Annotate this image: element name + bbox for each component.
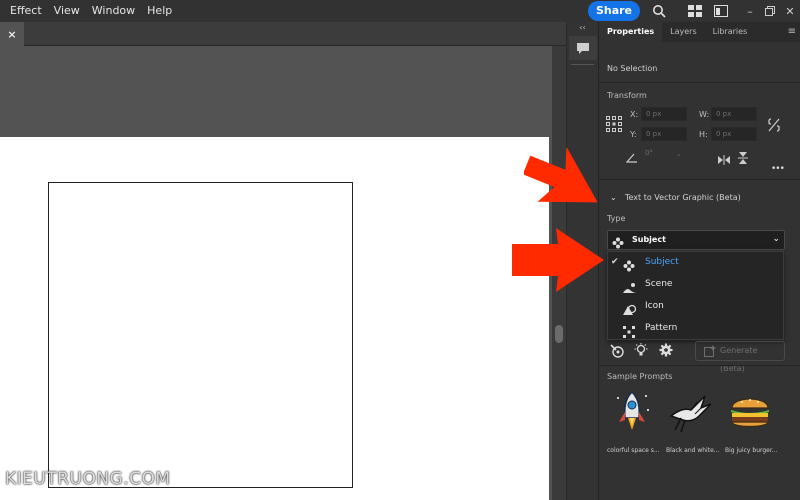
comments-icon[interactable] xyxy=(569,36,597,60)
style-picker-icon[interactable] xyxy=(610,343,624,362)
main-menu: Effect View Window Help xyxy=(0,0,178,22)
annotation-arrow-bottom xyxy=(512,228,604,292)
rectangle-shape[interactable] xyxy=(48,182,353,488)
tab-properties[interactable]: Properties xyxy=(599,22,663,42)
text-to-vector-title: Text to Vector Graphic (Beta) xyxy=(625,193,741,202)
dropdown-option-subject[interactable]: ✔ Subject xyxy=(608,252,785,274)
h-label: H: xyxy=(699,130,708,139)
panel-menu-icon[interactable]: ≡ xyxy=(788,26,796,37)
reference-point-icon[interactable] xyxy=(606,116,622,136)
dropdown-option-icon[interactable]: Icon xyxy=(608,296,785,318)
panel-divider xyxy=(598,179,800,180)
constrain-proportions-icon[interactable] xyxy=(768,117,780,136)
x-label: X: xyxy=(630,110,639,119)
flip-vertical-icon[interactable] xyxy=(738,149,748,168)
checkmark-icon: ✔ xyxy=(611,257,619,267)
menu-view[interactable]: View xyxy=(48,0,86,22)
generate-icon xyxy=(704,345,716,364)
type-select[interactable]: Subject ⌄ xyxy=(607,230,785,250)
minimize-icon[interactable]: – xyxy=(740,3,760,19)
search-icon[interactable] xyxy=(648,0,670,22)
option-label: Scene xyxy=(645,279,673,289)
panel-tabs: Properties Layers Libraries ≡ xyxy=(599,22,800,42)
rotate-angle-icon xyxy=(625,148,638,167)
option-label: Pattern xyxy=(645,323,678,333)
menu-help[interactable]: Help xyxy=(141,0,178,22)
strip-divider xyxy=(571,64,594,65)
w-field[interactable]: 0 px xyxy=(711,107,757,121)
sample-burger-image[interactable] xyxy=(726,388,774,436)
sample-prompt-label: Big juicy burger... xyxy=(725,447,778,454)
panel-divider xyxy=(598,365,800,366)
menubar-right: Share – ✕ xyxy=(587,0,800,22)
panel-divider xyxy=(598,82,800,83)
chevron-down-icon: ⌄ xyxy=(772,234,780,244)
sample-prompts-title: Sample Prompts xyxy=(607,372,673,381)
share-button[interactable]: Share xyxy=(587,1,640,21)
transform-title: Transform xyxy=(607,91,647,100)
sample-prompt-label: colorful space s... xyxy=(607,447,660,454)
section-collapse-chevron-icon[interactable]: ⌄ xyxy=(610,193,617,202)
option-label: Icon xyxy=(645,301,664,311)
type-select-value: Subject xyxy=(632,235,666,244)
watermark: KIEUTRUONG.COM xyxy=(5,469,171,489)
dropdown-option-pattern[interactable]: Pattern xyxy=(608,318,785,340)
selection-status: No Selection xyxy=(607,64,658,73)
artboard[interactable] xyxy=(0,137,549,500)
flip-horizontal-icon[interactable] xyxy=(718,150,730,169)
w-label: W: xyxy=(699,110,710,119)
pattern-icon xyxy=(623,323,635,342)
effects-lightbulb-icon[interactable] xyxy=(634,342,648,361)
y-label: Y: xyxy=(630,130,637,139)
scrollbar-thumb[interactable] xyxy=(555,325,563,343)
rotate-dropdown-icon[interactable]: ⌄ xyxy=(676,150,682,158)
menu-effect[interactable]: Effect xyxy=(0,0,48,22)
restore-icon[interactable] xyxy=(760,3,780,19)
close-icon[interactable]: ✕ xyxy=(780,3,800,19)
arrange-documents-icon[interactable] xyxy=(684,0,706,22)
annotation-arrow-top xyxy=(524,148,598,203)
tab-libraries[interactable]: Libraries xyxy=(705,22,756,42)
panel-layout-icon[interactable] xyxy=(710,0,732,22)
dropdown-option-scene[interactable]: Scene xyxy=(608,274,785,296)
h-field[interactable]: 0 px xyxy=(711,127,757,141)
collapse-chevron-icon[interactable]: ‹‹ xyxy=(567,22,598,34)
sample-rocket-image[interactable] xyxy=(608,388,656,436)
document-tab-bar: × xyxy=(0,22,566,46)
x-field[interactable]: 0 px xyxy=(641,107,687,121)
tab-layers[interactable]: Layers xyxy=(662,22,704,42)
menubar: Effect View Window Help Share – ✕ xyxy=(0,0,800,22)
sample-bird-image[interactable] xyxy=(667,388,715,436)
more-options-icon[interactable]: ••• xyxy=(771,164,785,174)
option-label: Subject xyxy=(645,257,679,267)
settings-gear-icon[interactable] xyxy=(659,342,673,361)
menu-window[interactable]: Window xyxy=(86,0,141,22)
close-document-tab-button[interactable]: × xyxy=(0,22,24,46)
generate-button[interactable]: Generate (Beta) xyxy=(695,341,785,373)
type-dropdown-menu: ✔ Subject Scene Icon Pattern xyxy=(607,251,784,340)
type-label: Type xyxy=(607,214,626,223)
y-field[interactable]: 0 px xyxy=(641,127,687,141)
sample-prompt-label: Black and white... xyxy=(666,447,720,454)
illustrator-window: Effect View Window Help Share – ✕ × KIEU… xyxy=(0,0,800,500)
